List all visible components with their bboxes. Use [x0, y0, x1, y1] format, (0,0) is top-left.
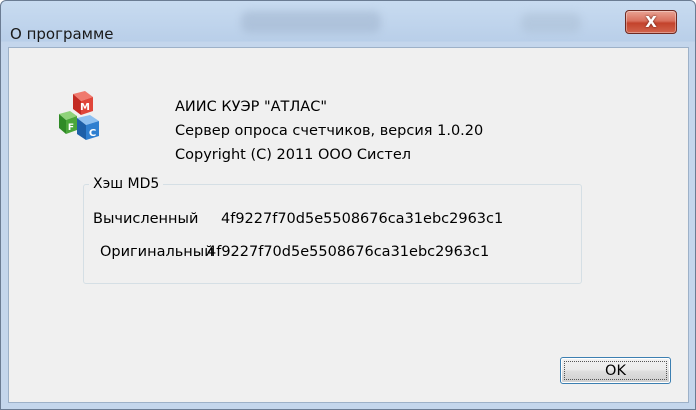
about-dialog: О программе X M F C АИИС КУЭР "АТЛАС" Се…: [0, 0, 696, 410]
computed-hash-value: 4f9227f70d5e5508676ca31ebc2963c1: [221, 211, 504, 227]
product-name: АИИС КУЭР "АТЛАС": [175, 99, 328, 115]
mfc-cubes-icon: M F C: [59, 91, 99, 140]
md5-group-legend: Хэш MD5: [89, 176, 164, 192]
original-hash-value: 4f9227f70d5e5508676ca31ebc2963c1: [207, 244, 490, 260]
close-icon: X: [645, 13, 657, 31]
product-description: Сервер опроса счетчиков, версия 1.0.20: [175, 123, 484, 139]
svg-text:M: M: [80, 102, 90, 113]
svg-text:C: C: [89, 128, 96, 139]
ok-button-label: OK: [605, 362, 626, 379]
ok-button[interactable]: OK: [560, 357, 671, 384]
dialog-body: M F C АИИС КУЭР "АТЛАС" Сервер опроса сч…: [8, 47, 689, 403]
original-hash-label: Оригинальный: [100, 244, 214, 260]
title-bar-glass: [241, 11, 381, 33]
copyright-text: Copyright (C) 2011 ООО Систел: [175, 147, 412, 163]
close-button[interactable]: X: [625, 10, 677, 34]
title-bar[interactable]: О программе X: [1, 1, 695, 43]
svg-text:F: F: [68, 123, 74, 133]
md5-hash-group: [83, 184, 582, 284]
window-title: О программе: [10, 25, 114, 43]
computed-hash-label: Вычисленный: [93, 211, 199, 227]
title-bar-glass: [521, 13, 581, 33]
